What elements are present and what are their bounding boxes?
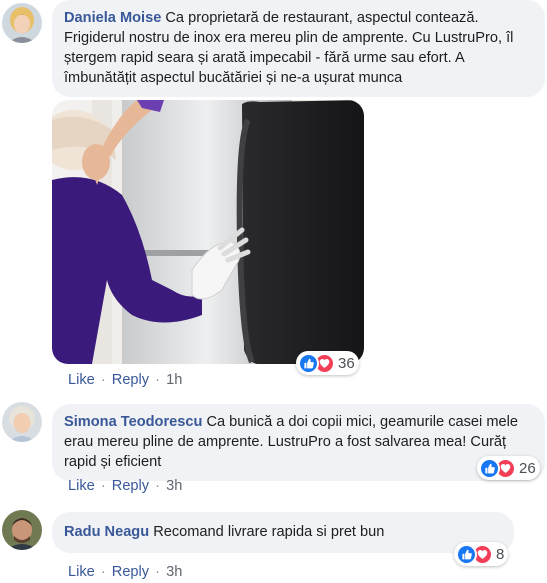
comment-actions: Like · Reply · 3h <box>68 564 182 580</box>
reactions-summary[interactable]: 36 <box>296 351 359 375</box>
reactions-summary[interactable]: 8 <box>454 542 509 566</box>
reaction-count: 8 <box>496 545 505 563</box>
reply-link[interactable]: Reply <box>112 564 149 580</box>
comment-1: Daniela Moise Ca proprietară de restaura… <box>0 0 547 392</box>
separator: · <box>100 478 106 494</box>
timestamp[interactable]: 3h <box>166 564 182 580</box>
comment-actions: Like · Reply · 3h <box>68 478 182 494</box>
reply-link[interactable]: Reply <box>112 478 149 494</box>
reactions-summary[interactable]: 26 <box>477 456 540 480</box>
like-link[interactable]: Like <box>68 372 95 388</box>
comment-photo[interactable] <box>52 100 364 364</box>
timestamp[interactable]: 1h <box>166 372 182 388</box>
avatar[interactable] <box>2 3 42 43</box>
separator: · <box>100 564 106 580</box>
like-link[interactable]: Like <box>68 564 95 580</box>
like-link[interactable]: Like <box>68 478 95 494</box>
comment-bubble: Simona Teodorescu Ca bunică a doi copii … <box>52 404 545 481</box>
avatar[interactable] <box>2 510 42 550</box>
thumbs-up-icon <box>298 352 319 374</box>
comment-bubble: Radu Neagu Recomand livrare rapida si pr… <box>52 512 514 553</box>
thumbs-up-icon <box>456 543 477 565</box>
separator: · <box>155 564 161 580</box>
reaction-count: 36 <box>338 354 355 372</box>
separator: · <box>155 372 161 388</box>
timestamp[interactable]: 3h <box>166 478 182 494</box>
comment-bubble: Daniela Moise Ca proprietară de restaura… <box>52 0 545 97</box>
comment-author[interactable]: Daniela Moise <box>64 10 161 26</box>
avatar[interactable] <box>2 402 42 442</box>
reply-link[interactable]: Reply <box>112 372 149 388</box>
comment-author[interactable]: Simona Teodorescu <box>64 414 202 430</box>
separator: · <box>100 372 106 388</box>
comment-2: Simona Teodorescu Ca bunică a doi copii … <box>0 400 547 500</box>
comment-text: Recomand livrare rapida si pret bun <box>153 524 385 540</box>
thumbs-up-icon <box>479 457 500 479</box>
comment-3: Radu Neagu Recomand livrare rapida si pr… <box>0 506 547 583</box>
comment-author[interactable]: Radu Neagu <box>64 524 149 540</box>
comment-actions: Like · Reply · 1h <box>68 372 182 388</box>
separator: · <box>155 478 161 494</box>
reaction-count: 26 <box>519 459 536 477</box>
